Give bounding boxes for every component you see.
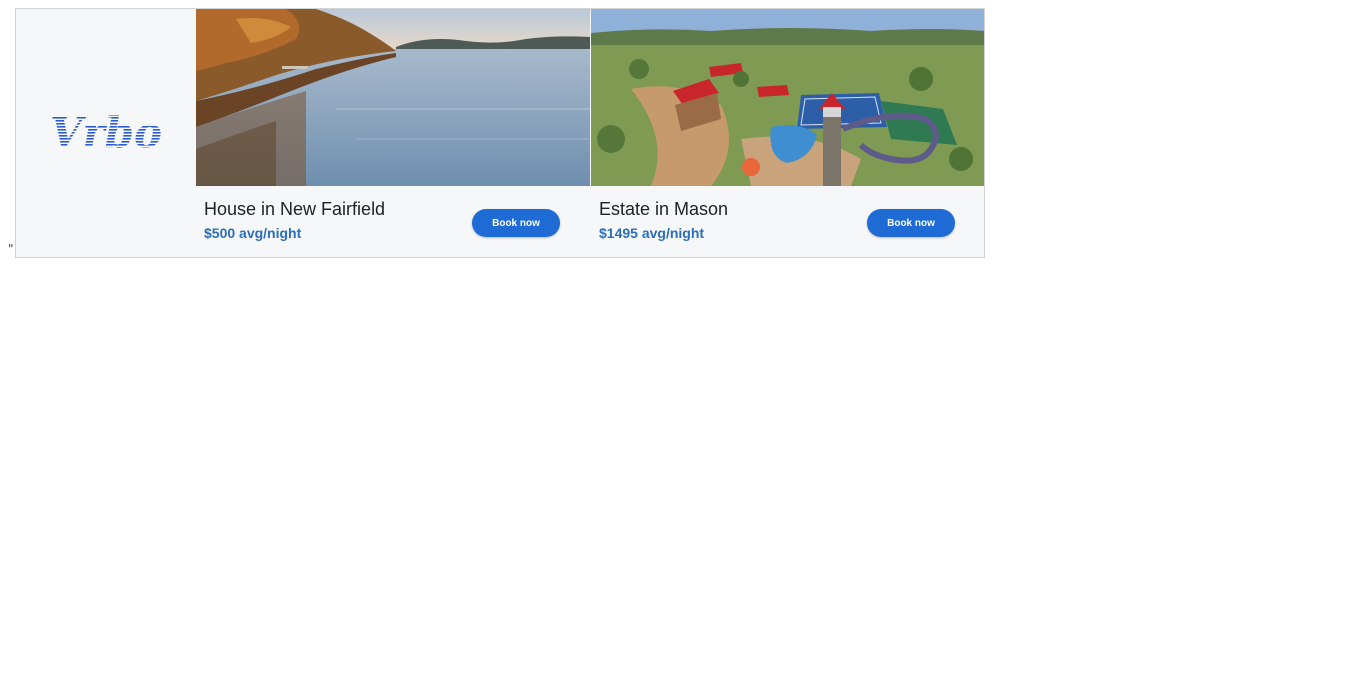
ranch-estate-aerial-photo[interactable]: [591, 9, 984, 186]
listing-price: $1495 avg/night: [599, 225, 705, 241]
vrbo-logo: Vrbo: [50, 111, 162, 155]
book-now-button[interactable]: Book now: [472, 209, 560, 237]
stray-quote-mark: ": [8, 242, 14, 256]
listing-price: $500 avg/night: [204, 225, 302, 241]
svg-text:Vrbo: Vrbo: [50, 111, 162, 155]
listing-card[interactable]: Estate in Mason $1495 avg/night Book now: [591, 9, 984, 257]
book-now-button[interactable]: Book now: [867, 209, 955, 237]
listing-card[interactable]: House in New Fairfield $500 avg/night Bo…: [196, 9, 591, 257]
vrbo-display-ad[interactable]: Vrbo House in New Fairfield $500 avg/nig…: [15, 8, 985, 258]
listing-title[interactable]: House in New Fairfield: [204, 199, 385, 220]
lake-shoreline-photo[interactable]: [196, 9, 590, 186]
listing-title[interactable]: Estate in Mason: [599, 199, 728, 220]
brand-logo-panel[interactable]: Vrbo: [16, 9, 196, 257]
